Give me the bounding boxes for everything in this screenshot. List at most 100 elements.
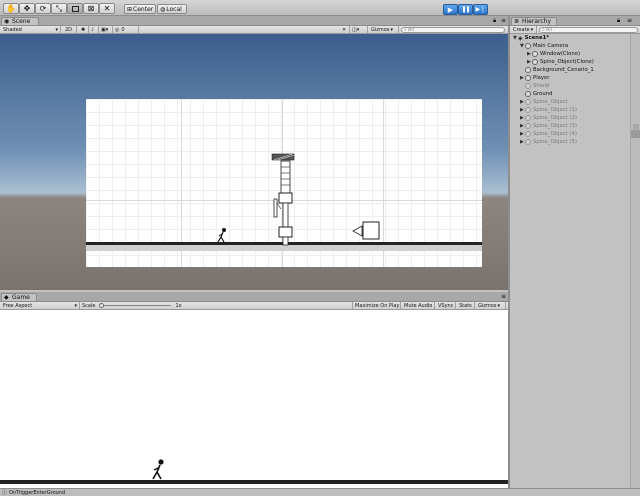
hierarchy-item[interactable]: ▶ Spine_Object (1) [520, 106, 577, 114]
game-gizmos-dropdown[interactable]: Gizmos ▾ [476, 302, 506, 309]
aspect-value: Free Aspect [3, 302, 33, 309]
gameobject-icon [525, 131, 531, 137]
hierarchy-item[interactable]: Background_Cenario_1 [520, 66, 594, 74]
transform-tool-button[interactable]: ⊠ [83, 3, 99, 14]
globe-icon: ◍ [160, 5, 166, 13]
pause-button[interactable]: ❚❚ [458, 4, 473, 15]
vsync-toggle[interactable]: VSync [436, 302, 456, 309]
scene-gizmos-dropdown[interactable]: Gizmos ▾ [369, 26, 399, 33]
hierarchy-search-placeholder: All [545, 27, 553, 33]
player-figure-icon [152, 459, 164, 480]
effects-dropdown[interactable]: ▣ ▾ [99, 26, 113, 33]
tab-scene[interactable]: ◉ Scene [1, 17, 39, 25]
scale-slider-thumb[interactable] [99, 303, 105, 308]
scene-tab-label: Scene [12, 18, 31, 25]
hierarchy-item[interactable]: ▶ Spine_Object(Clone) [527, 58, 594, 66]
shading-mode-dropdown[interactable]: Shaded ▾ [1, 26, 61, 33]
camera-mode-button[interactable]: ◫ ▾ [350, 26, 368, 33]
chevron-down-icon: ▾ [390, 26, 393, 33]
hierarchy-item-label: Window(Clone) [540, 51, 581, 57]
effects-count-value: 0 [121, 26, 125, 33]
lock-icon[interactable]: 🔒︎ [493, 17, 496, 25]
rect-icon [71, 5, 79, 12]
menu-icon[interactable]: ≡ [627, 17, 632, 24]
hierarchy-item[interactable]: ▶ Window(Clone) [527, 50, 580, 58]
hierarchy-tree: ▼ ◈ Scene1* ▼ Main Camera ▶ Window(Clone) ▶ Spin… [510, 34, 640, 488]
effects-counter[interactable]: ◎ 0 [113, 26, 139, 33]
gameobject-icon [525, 115, 531, 121]
tab-hierarchy[interactable]: ≣ Hierarchy [511, 17, 557, 25]
step-button[interactable]: ▶❘ [473, 4, 488, 15]
hierarchy-item[interactable]: ▶ Spine_Object (4) [520, 130, 577, 138]
play-icon: ▶ [447, 5, 454, 14]
audio-toggle[interactable]: ♪ [89, 26, 99, 33]
rect-tool-button[interactable] [67, 3, 83, 14]
hierarchy-item-label: Ground [533, 91, 553, 97]
space-toggle-button[interactable]: ◍ Local [157, 4, 187, 14]
inspector-scroll-marker[interactable] [631, 130, 640, 138]
gameobject-icon [525, 75, 531, 81]
hierarchy-item-label: Spine_Object (4) [533, 131, 577, 137]
hierarchy-item[interactable]: ▼ ◈ Scene1* [513, 34, 549, 42]
hierarchy-item-label: Spine_Object(Clone) [540, 59, 594, 65]
stats-toggle[interactable]: Stats [457, 302, 475, 309]
game-viewport[interactable] [0, 310, 508, 488]
aspect-dropdown[interactable]: Free Aspect ▾ [1, 302, 80, 309]
pause-icon: ❚❚ [461, 6, 470, 13]
hierarchy-item-label: Player [533, 75, 550, 81]
hierarchy-item[interactable]: Shield [520, 82, 549, 90]
hierarchy-item[interactable]: ▶ Spine_Object (2) [520, 114, 577, 122]
hierarchy-item-label: Scene1* [524, 35, 549, 41]
spine-object-icon[interactable] [270, 153, 300, 249]
custom-tool-button[interactable]: ✕ [99, 3, 115, 14]
scale-slider[interactable] [99, 302, 172, 309]
mode-2d-toggle[interactable]: 2D [63, 26, 77, 33]
hierarchy-item[interactable]: ▶ Spine_Object (5) [520, 138, 577, 146]
gameobject-icon [525, 99, 531, 105]
play-button[interactable]: ▶ [443, 4, 458, 15]
gameobject-icon [525, 43, 531, 49]
scene-settings-button[interactable]: ✕ [340, 26, 350, 33]
scene-viewport[interactable] [0, 34, 508, 290]
hand-tool-button[interactable]: ✋ [3, 3, 19, 14]
maximize-on-play-toggle[interactable]: Maximize On Play [352, 302, 401, 309]
gameobject-icon [525, 91, 531, 97]
hierarchy-item[interactable]: Ground [520, 90, 552, 98]
player-figure-icon[interactable] [216, 227, 228, 243]
tab-game[interactable]: ◆ Game [1, 293, 37, 301]
hierarchy-item-label: Shield [533, 83, 550, 89]
move-tool-button[interactable]: ✥ [19, 3, 35, 14]
chevron-down-icon: ▾ [530, 26, 534, 33]
scale-control: Scale 1x [82, 302, 192, 309]
audio-icon: ♪ [91, 26, 95, 33]
hierarchy-item[interactable]: ▶ Spine_Object (3) [520, 122, 577, 130]
mute-audio-toggle[interactable]: Mute Audio [402, 302, 435, 309]
transform-icon: ⊠ [87, 4, 95, 13]
pivot-toggle-button[interactable]: ⊞ Center [124, 4, 156, 14]
hierarchy-item[interactable]: ▶ Spine_Object [520, 98, 568, 106]
scale-tool-button[interactable]: ⤡ [51, 3, 67, 14]
scale-slider-track [99, 305, 172, 306]
scene-search-input[interactable]: ⌕ All [401, 27, 505, 33]
create-label: Create [513, 26, 530, 33]
hierarchy-item-label: Spine_Object [533, 99, 568, 105]
search-icon: ⌕ [542, 27, 545, 33]
custom-tool-icon: ✕ [103, 4, 111, 13]
lighting-toggle[interactable]: ✺ [79, 26, 89, 33]
gameobject-icon [525, 67, 531, 73]
hierarchy-tab-label: Hierarchy [522, 18, 552, 25]
console-message[interactable]: OnTriggerEnterGround [9, 490, 65, 496]
hand-icon: ✋ [6, 4, 16, 13]
rotate-tool-button[interactable]: ⟳ [35, 3, 51, 14]
game-ground [0, 480, 508, 484]
arrow-obstacle-icon[interactable] [352, 220, 382, 242]
create-dropdown[interactable]: Create ▾ [511, 26, 537, 33]
menu-icon[interactable]: ≡ [501, 17, 506, 24]
search-icon: ⌕ [404, 27, 407, 33]
hierarchy-item[interactable]: ▼ Main Camera [520, 42, 568, 50]
hierarchy-search-input[interactable]: ⌕ All [539, 27, 638, 33]
maximize-on-play-label: Maximize On Play [355, 302, 400, 309]
hierarchy-item[interactable]: ▶ Player [520, 74, 549, 82]
lock-icon[interactable]: 🔒︎ [617, 17, 620, 25]
menu-icon[interactable]: ≡ [501, 293, 506, 300]
